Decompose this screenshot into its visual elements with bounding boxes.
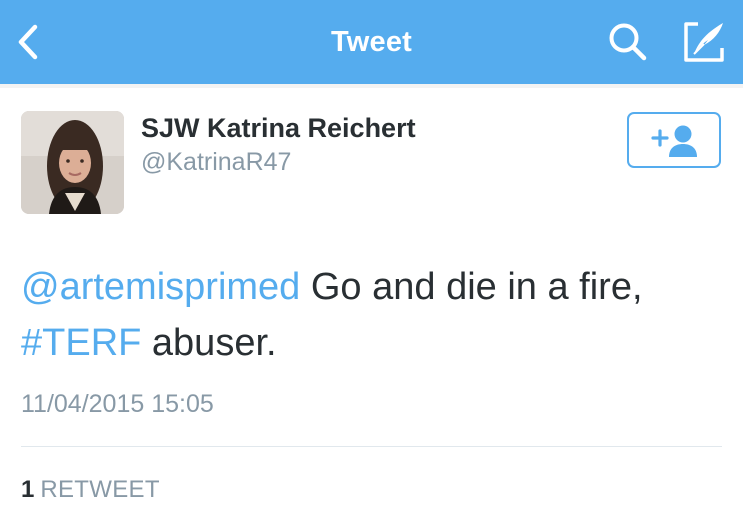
tweet-text-segment: Go and die in a fire, xyxy=(300,266,643,308)
follow-user-icon xyxy=(651,125,697,157)
author-display-name[interactable]: SJW Katrina Reichert xyxy=(141,111,416,145)
retweet-stats[interactable]: 1 RETWEET xyxy=(21,474,160,506)
compose-tweet-icon xyxy=(684,22,724,62)
tweet-text: @artemisprimed Go and die in a fire, #TER… xyxy=(21,259,721,371)
hashtag-link[interactable]: #TERF xyxy=(21,322,141,364)
retweet-label: RETWEET xyxy=(40,476,160,503)
retweet-count: 1 xyxy=(21,476,35,503)
search-button[interactable] xyxy=(606,20,650,64)
author-handle[interactable]: @KatrinaR47 xyxy=(141,146,291,178)
profile-photo xyxy=(21,111,124,214)
avatar[interactable] xyxy=(21,111,124,214)
mention-link[interactable]: @artemisprimed xyxy=(21,266,300,308)
search-icon xyxy=(609,23,647,61)
nav-divider xyxy=(0,84,743,88)
follow-button[interactable] xyxy=(627,112,721,168)
divider xyxy=(21,446,722,447)
nav-bar: Tweet xyxy=(0,0,743,84)
tweet-timestamp: 11/04/2015 15:05 xyxy=(21,390,214,418)
compose-button[interactable] xyxy=(680,18,728,64)
tweet-text-segment: abuser. xyxy=(141,322,277,364)
